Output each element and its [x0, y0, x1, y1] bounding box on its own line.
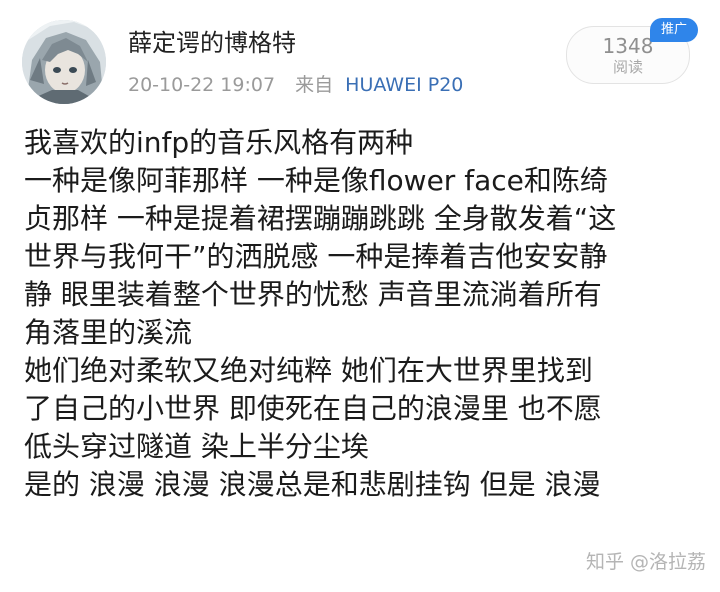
avatar-illustration — [22, 20, 106, 104]
post-date: 20-10-22 19:07 — [128, 74, 276, 96]
content-line: 她们绝对柔软又绝对纯粹 她们在大世界里找到 — [24, 354, 593, 387]
author-avatar[interactable] — [22, 20, 106, 104]
content-line: 贞那样 一种是提着裙摆蹦蹦跳跳 全身散发着“这 — [24, 202, 617, 235]
content-line: 角落里的溪流 — [24, 316, 193, 349]
zhihu-watermark: 知乎 @洛拉荔 — [585, 551, 706, 573]
views-label: 阅读 — [612, 58, 643, 76]
author-name[interactable]: 薛定谔的博格特 — [128, 26, 296, 60]
post-meta: 20-10-22 19:07 来自 HUAWEI P20 — [128, 72, 463, 98]
promo-badge[interactable]: 推广 — [650, 18, 698, 42]
content-line: 我喜欢的infp的音乐风格有两种 — [24, 126, 414, 159]
content-line: 世界与我何干”的洒脱感 一种是捧着吉他安安静 — [24, 240, 608, 273]
content-line: 是的 浪漫 浪漫 浪漫总是和悲剧挂钩 但是 浪漫 — [24, 468, 601, 501]
content-line: 静 眼里装着整个世界的忧愁 声音里流淌着所有 — [24, 278, 602, 311]
post-content: 我喜欢的infp的音乐风格有两种 一种是像阿菲那样 一种是像flower fac… — [24, 124, 714, 504]
content-line: 了自己的小世界 即使死在自己的浪漫里 也不愿 — [24, 392, 602, 425]
content-line: 一种是像阿菲那样 一种是像flower face和陈绮 — [24, 164, 608, 197]
content-line: 低头穿过隧道 染上半分尘埃 — [24, 430, 369, 463]
source-prefix: 来自 — [295, 74, 334, 96]
device-link[interactable]: HUAWEI P20 — [345, 74, 463, 96]
